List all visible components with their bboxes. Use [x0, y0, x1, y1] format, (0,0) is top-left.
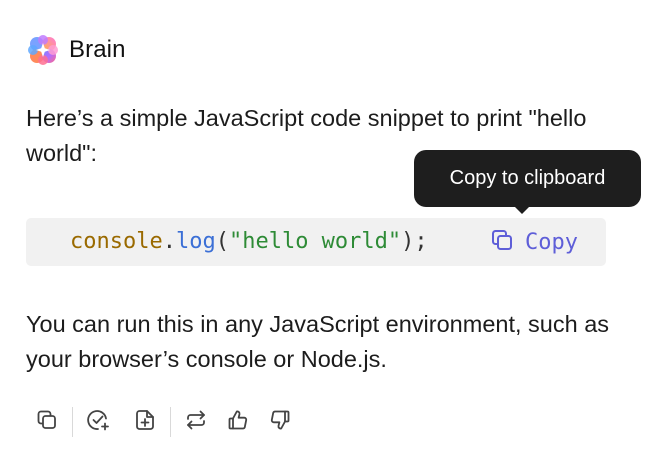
check-circle-plus-icon: [85, 407, 111, 438]
copy-code-button[interactable]: Copy: [490, 226, 578, 258]
copy-message-button[interactable]: [30, 405, 64, 439]
code-line: console.log("hello world");: [70, 218, 428, 266]
regenerate-button[interactable]: [179, 405, 213, 439]
thumbs-up-button[interactable]: [221, 405, 255, 439]
copy-icon: [490, 228, 514, 257]
tooltip-arrow: [514, 206, 530, 214]
action-divider: [170, 407, 171, 437]
document-plus-icon: [133, 408, 157, 437]
check-accuracy-button[interactable]: [81, 405, 115, 439]
code-token-string: "hello world": [228, 229, 402, 254]
add-to-document-button[interactable]: [128, 405, 162, 439]
message-action-bar: [30, 405, 297, 439]
code-token-open-paren: (: [215, 229, 229, 254]
assistant-name: Brain: [69, 36, 126, 63]
action-divider: [72, 407, 73, 437]
code-token-object: console: [70, 229, 163, 254]
followup-text: You can run this in any JavaScript envir…: [26, 311, 610, 372]
code-token-dot: .: [162, 229, 176, 254]
brain-sparkle-logo-icon: [26, 33, 60, 67]
copy-label: Copy: [525, 229, 578, 255]
code-block: console.log("hello world"); Copy: [26, 218, 606, 266]
repeat-icon: [184, 408, 208, 437]
thumbs-up-icon: [226, 408, 250, 437]
thumbs-down-icon: [268, 408, 292, 437]
code-token-method: log: [175, 229, 216, 254]
thumbs-down-button[interactable]: [263, 405, 297, 439]
code-token-close: );: [401, 229, 428, 254]
assistant-header: Brain: [26, 32, 126, 68]
copy-icon: [35, 408, 59, 437]
copy-tooltip: Copy to clipboard: [414, 150, 641, 207]
